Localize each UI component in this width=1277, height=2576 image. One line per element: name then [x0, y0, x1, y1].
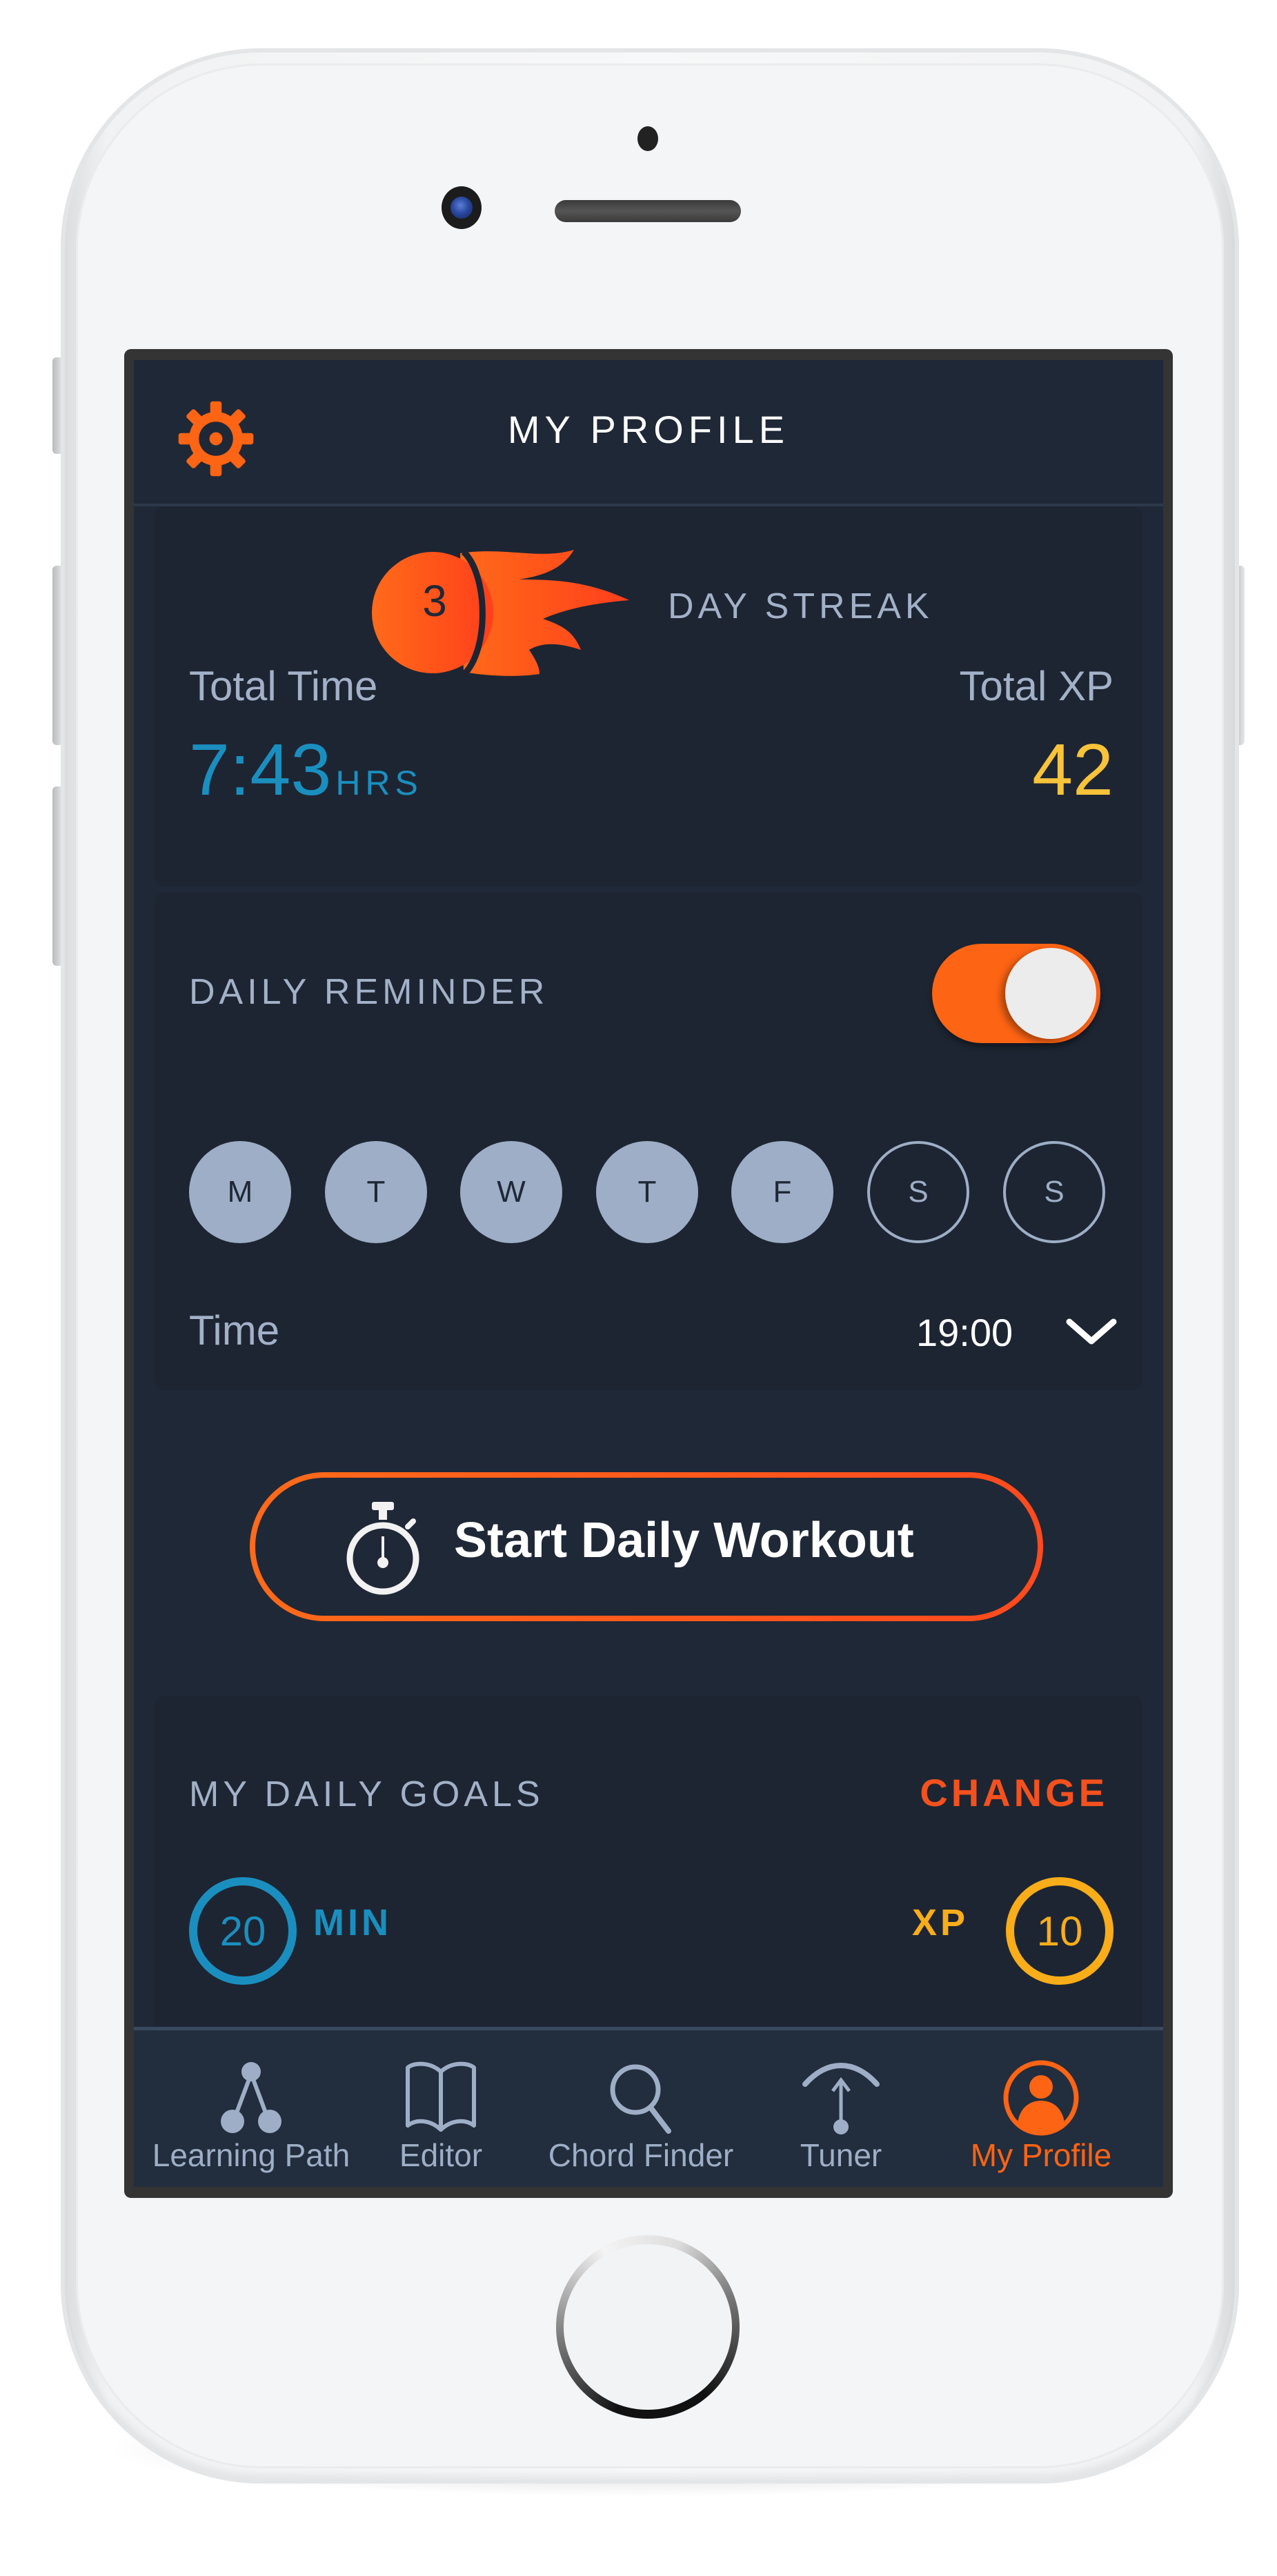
minutes-goal-unit: MIN: [313, 1902, 392, 1943]
chevron-down-icon[interactable]: [1064, 1315, 1119, 1349]
stopwatch-icon: [346, 1502, 419, 1595]
tab-label: Tuner: [800, 2137, 882, 2173]
total-time-value: 7:43 HRS: [189, 729, 423, 812]
xp-goal-ring: 10: [1006, 1877, 1113, 1985]
total-xp-value: 42: [1032, 729, 1113, 811]
tab-label: My Profile: [970, 2137, 1112, 2173]
app-header: MY PROFILE: [134, 360, 1163, 506]
streak-card: 3 DAY STREAK Total Time Total XP 7:43 HRS…: [155, 506, 1142, 886]
reminder-time-label: Time: [189, 1307, 280, 1354]
day-sunday[interactable]: S: [1003, 1141, 1105, 1243]
tab-label: Learning Path: [152, 2137, 350, 2173]
day-wednesday[interactable]: W: [460, 1141, 562, 1243]
streak-count: 3: [422, 576, 447, 626]
change-goals-button[interactable]: CHANGE: [920, 1770, 1108, 1815]
total-xp-label: Total XP: [959, 663, 1113, 709]
earpiece-speaker: [555, 200, 741, 222]
tab-label: Editor: [399, 2137, 483, 2173]
minutes-goal-ring: 20: [189, 1877, 297, 1985]
proximity-sensor: [637, 126, 658, 151]
learning-path-icon: [221, 2062, 281, 2133]
search-icon: [610, 2064, 671, 2134]
tab-chord-finder[interactable]: Chord Finder: [527, 2030, 755, 2187]
xp-goal-unit: XP: [912, 1902, 969, 1943]
day-thursday[interactable]: T: [596, 1141, 698, 1243]
tuner-icon: [802, 2063, 880, 2134]
daily-reminder-card: DAILY REMINDER M T W T F S S Time 19:00: [155, 893, 1142, 1389]
tab-tuner[interactable]: Tuner: [762, 2030, 920, 2187]
book-icon: [406, 2061, 476, 2132]
tab-label: Chord Finder: [548, 2137, 734, 2173]
total-time-label: Total Time: [189, 663, 378, 709]
toggle-knob: [1005, 948, 1096, 1039]
app-screen: MY PROFILE 3 DAY STREAK Total Time Total…: [134, 360, 1163, 2187]
daily-goals-card: MY DAILY GOALS CHANGE 20 MIN XP 10: [155, 1696, 1142, 2041]
home-button-face: [564, 2244, 732, 2410]
page-title: MY PROFILE: [507, 408, 790, 451]
tab-my-profile[interactable]: My Profile: [934, 2030, 1148, 2187]
reminder-time-value[interactable]: 19:00: [916, 1310, 1013, 1355]
bottom-tab-bar: Learning Path Editor Chord Finder Tuner …: [134, 2027, 1163, 2187]
day-tuesday[interactable]: T: [325, 1141, 427, 1243]
weekday-selector: M T W T F S S: [189, 1141, 1107, 1245]
tab-editor[interactable]: Editor: [362, 2030, 520, 2187]
day-monday[interactable]: M: [189, 1141, 291, 1243]
streak-label: DAY STREAK: [668, 586, 933, 626]
start-daily-workout-inner: Start Daily Workout: [255, 1478, 1038, 1616]
total-time-unit: HRS: [335, 764, 423, 802]
daily-goals-label: MY DAILY GOALS: [189, 1774, 544, 1814]
daily-reminder-toggle[interactable]: [932, 944, 1100, 1043]
total-time-number: 7:43: [189, 729, 332, 811]
start-daily-workout-label: Start Daily Workout: [454, 1513, 914, 1568]
start-daily-workout-button[interactable]: Start Daily Workout: [250, 1472, 1043, 1621]
profile-icon: [1003, 2060, 1079, 2136]
front-camera: [442, 186, 482, 229]
tab-learning-path[interactable]: Learning Path: [148, 2030, 355, 2187]
day-saturday[interactable]: S: [867, 1141, 969, 1243]
daily-reminder-label: DAILY REMINDER: [189, 972, 549, 1012]
day-friday[interactable]: F: [731, 1141, 833, 1243]
